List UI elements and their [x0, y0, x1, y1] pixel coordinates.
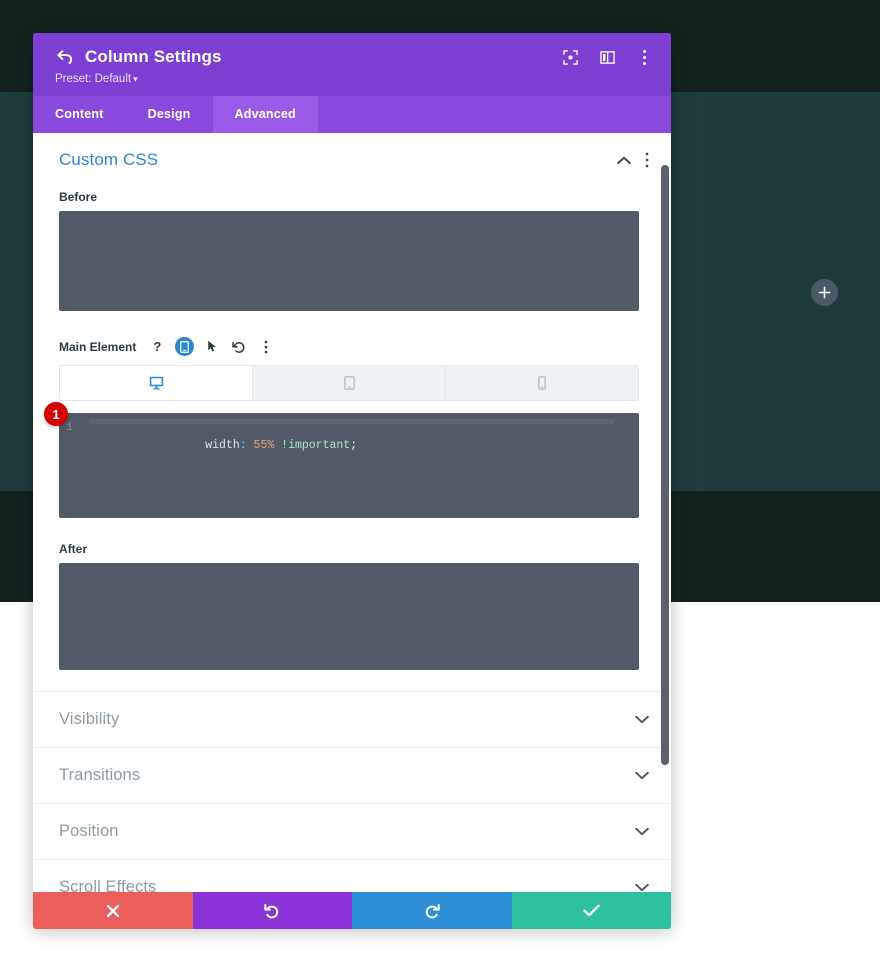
field-label-after: After [59, 542, 88, 556]
modal-scrollbar[interactable] [661, 133, 669, 892]
tab-design[interactable]: Design [126, 96, 213, 133]
device-tab-phone[interactable] [446, 366, 638, 400]
modal-header: Column Settings Preset: Default ▾ [33, 33, 671, 96]
device-tab-tablet[interactable] [253, 366, 446, 400]
more-options-icon[interactable] [645, 152, 649, 168]
modal-body: Custom CSS Before Main Element ? 1 1 wid… [33, 133, 671, 892]
modal-header-tools [562, 49, 653, 66]
accordion-sections: Visibility Transitions Position Scroll E… [33, 691, 671, 892]
back-arrow-icon[interactable] [55, 47, 75, 67]
more-options-icon[interactable] [636, 49, 653, 66]
field-after: After [33, 542, 671, 675]
code-token-property: width [205, 439, 240, 452]
cancel-button[interactable] [33, 892, 193, 929]
code-token-important: !important [274, 439, 351, 452]
column-settings-modal: Column Settings Preset: Default ▾ Conten… [33, 33, 671, 929]
section-transitions[interactable]: Transitions [33, 747, 671, 803]
code-token-semicolon: ; [350, 439, 358, 452]
more-options-icon[interactable] [257, 338, 275, 356]
redo-button[interactable] [352, 892, 512, 929]
chevron-down-icon[interactable] [635, 827, 649, 836]
field-label-before: Before [59, 190, 98, 204]
hover-pointer-icon[interactable] [203, 338, 221, 356]
field-before: Before [33, 190, 671, 316]
canvas-column-divider [701, 92, 702, 491]
chevron-down-icon[interactable] [635, 883, 649, 892]
focus-target-icon[interactable] [562, 49, 579, 66]
code-token-colon: : [239, 439, 247, 452]
save-button[interactable] [511, 892, 671, 929]
chevron-down-icon[interactable] [635, 715, 649, 724]
chevron-down-icon[interactable] [635, 771, 649, 780]
step-badge-1: 1 [44, 402, 68, 426]
add-module-button[interactable] [811, 279, 838, 306]
main-element-code-wrap: 1 1 width: 55% !important; [44, 402, 639, 518]
undo-button[interactable] [192, 892, 352, 929]
section-title-transitions: Transitions [59, 766, 141, 784]
section-title-scroll-effects: Scroll Effects [59, 878, 157, 892]
responsive-device-tabs [59, 365, 639, 401]
code-token-value: 55% [246, 439, 275, 452]
main-element-label: Main Element [59, 339, 137, 354]
help-icon[interactable]: ? [148, 338, 166, 356]
layout-split-icon[interactable] [599, 49, 616, 66]
chevron-up-icon[interactable] [617, 156, 631, 165]
builder-canvas: Column Settings Preset: Default ▾ Conten… [0, 0, 880, 965]
preset-selector[interactable]: Preset: Default ▾ [55, 73, 138, 85]
after-css-textarea[interactable] [59, 563, 639, 670]
tab-content[interactable]: Content [33, 96, 126, 133]
section-title-visibility: Visibility [59, 710, 120, 728]
modal-footer [33, 892, 671, 929]
section-visibility[interactable]: Visibility [33, 691, 671, 747]
section-position[interactable]: Position [33, 803, 671, 859]
before-css-textarea[interactable] [59, 211, 639, 311]
device-tab-desktop[interactable] [60, 366, 253, 400]
reset-undo-icon[interactable] [230, 338, 248, 356]
section-custom-css-header[interactable]: Custom CSS [33, 133, 671, 182]
modal-scrollbar-thumb[interactable] [661, 165, 669, 765]
chevron-down-icon: ▾ [133, 74, 138, 84]
field-main-element: Main Element ? 1 1 width: 55% !important… [33, 337, 671, 518]
preset-label: Preset: Default [55, 73, 132, 85]
main-element-code-editor[interactable]: 1 width: 55% !important; [59, 413, 639, 518]
main-element-row: Main Element ? [59, 337, 645, 356]
section-title-position: Position [59, 822, 119, 840]
page-title: Column Settings [85, 47, 222, 66]
modal-tabs: Content Design Advanced [33, 96, 671, 133]
tab-advanced[interactable]: Advanced [212, 96, 318, 133]
section-title: Custom CSS [59, 150, 159, 169]
responsive-device-icon[interactable] [175, 337, 195, 356]
section-scroll-effects[interactable]: Scroll Effects [33, 859, 671, 892]
